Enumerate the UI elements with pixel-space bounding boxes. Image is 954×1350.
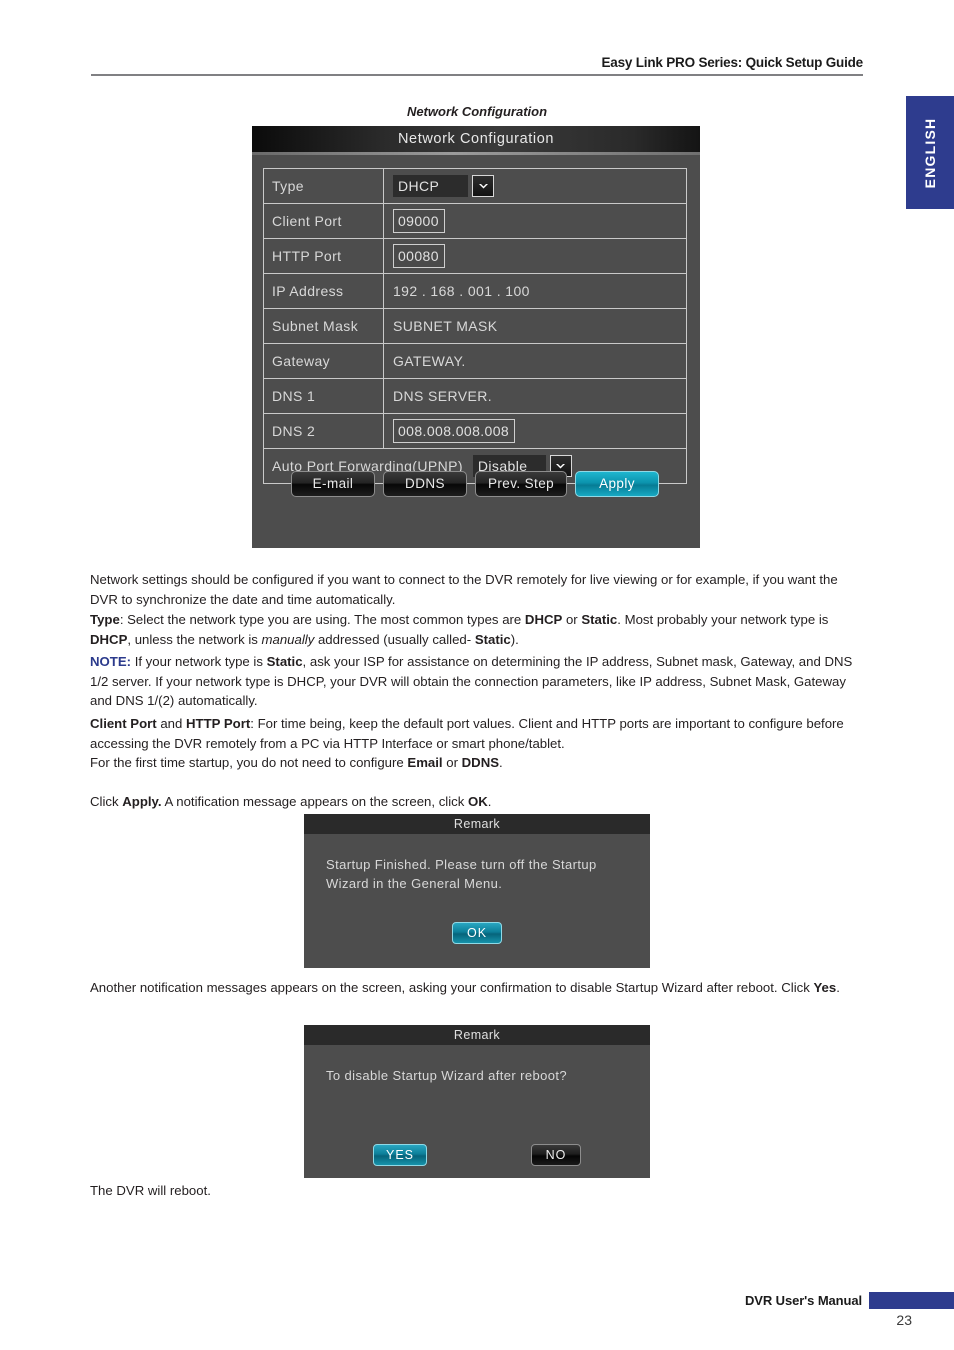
paragraph-text: or (442, 755, 462, 771)
client-port-input[interactable]: 09000 (393, 209, 445, 233)
paragraph-type-description: Type: Select the network type you are us… (90, 610, 865, 649)
row-label-http-port: HTTP Port (264, 239, 384, 273)
no-button[interactable]: NO (531, 1144, 581, 1166)
row-value-dns-1[interactable]: DNS SERVER. (384, 379, 686, 413)
paragraph-text: addressed (usually called- (314, 631, 475, 647)
paragraph-emphasis: Static (581, 612, 618, 627)
language-tab-label: ENGLISH (922, 117, 938, 188)
paragraph-text: For the first time startup, you do not n… (90, 755, 408, 771)
paragraph-text: , unless the network is (127, 631, 262, 647)
paragraph-text: or (562, 612, 582, 627)
paragraph-emphasis: Yes (813, 980, 837, 995)
paragraph-text: and (156, 716, 187, 731)
row-label-dns-2: DNS 2 (264, 414, 384, 448)
type-select-value: DHCP (393, 175, 468, 197)
paragraph-network-settings-intro: Network settings should be configured if… (90, 570, 865, 609)
paragraph-click-yes: Another notification messages appears on… (90, 978, 865, 998)
remark-dialog-footer: YES NO (304, 1144, 650, 1166)
remark-dialog-title: Remark (304, 1025, 650, 1045)
row-value-client-port: 09000 (384, 204, 686, 238)
footer-manual-label: DVR User's Manual (745, 1293, 862, 1308)
row-label-gateway: Gateway (264, 344, 384, 378)
paragraph-text: ). (510, 631, 519, 647)
row-value-type: DHCP (384, 169, 686, 203)
paragraph-ports-description: Client Port and HTTP Port: For time bein… (90, 714, 865, 773)
table-row: Gateway GATEWAY. (264, 344, 686, 379)
row-label-subnet-mask: Subnet Mask (264, 309, 384, 343)
table-row: DNS 1 DNS SERVER. (264, 379, 686, 414)
row-label-type: Type (264, 169, 384, 203)
paragraph-text: The DVR will reboot. (90, 1183, 211, 1198)
page-header: Easy Link PRO Series: Quick Setup Guide (91, 55, 863, 76)
paragraph-emphasis: DDNS (461, 755, 500, 771)
http-port-input[interactable]: 00080 (393, 244, 445, 268)
row-value-ip-address[interactable]: 192 . 168 . 001 . 100 (384, 274, 686, 308)
paragraph-text: . (487, 794, 492, 809)
paragraph-text: : Select the network type you are using.… (119, 612, 525, 627)
table-row: Subnet Mask SUBNET MASK (264, 309, 686, 344)
header-divider (91, 74, 863, 76)
row-value-subnet-mask[interactable]: SUBNET MASK (384, 309, 686, 343)
row-value-gateway[interactable]: GATEWAY. (384, 344, 686, 378)
yes-button[interactable]: YES (372, 1144, 427, 1166)
paragraph-text: Network settings should be configured if… (90, 572, 838, 607)
header-title: Easy Link PRO Series: Quick Setup Guide (601, 55, 863, 70)
paragraph-click-apply: Click Apply. A notification message appe… (90, 792, 865, 812)
paragraph-text: . Most probably your network type is (617, 612, 829, 627)
ddns-button[interactable]: DDNS (382, 471, 467, 497)
paragraph-text: . (836, 980, 840, 995)
figure-caption-network-configuration: Network Configuration (406, 104, 548, 119)
paragraph-emphasis: Apply. (122, 794, 162, 809)
paragraph-text: If your network type is (131, 654, 267, 669)
row-value-dns-2: 008.008.008.008 (384, 414, 686, 448)
paragraph-dvr-reboot: The DVR will reboot. (90, 1181, 865, 1201)
table-row: IP Address 192 . 168 . 001 . 100 (264, 274, 686, 309)
row-value-http-port: 00080 (384, 239, 686, 273)
apply-button[interactable]: Apply (575, 471, 660, 497)
paragraph-emphasis: OK (468, 794, 488, 809)
email-button[interactable]: E-mail (290, 471, 375, 497)
network-panel-titlebar: Network Configuration (252, 126, 700, 155)
table-row: HTTP Port 00080 (264, 239, 686, 274)
ok-button[interactable]: OK (452, 922, 502, 944)
network-panel-button-bar: E-mail DDNS Prev. Step Apply (263, 471, 687, 497)
remark-dialog-message: To disable Startup Wizard after reboot? (326, 1068, 568, 1083)
network-settings-table: Type DHCP Client Port 09000 HTTP Port 00… (263, 168, 687, 484)
remark-dialog-title: Remark (304, 814, 650, 834)
table-row: Type DHCP (264, 169, 686, 204)
paragraph-text: . (499, 755, 503, 771)
prev-step-button[interactable]: Prev. Step (474, 471, 568, 497)
paragraph-emphasis: HTTP Port (186, 716, 251, 731)
chevron-down-icon (472, 175, 494, 197)
table-row: Client Port 09000 (264, 204, 686, 239)
type-select[interactable]: DHCP (393, 175, 494, 197)
row-label-ip-address: IP Address (264, 274, 384, 308)
paragraph-emphasis: DHCP (90, 631, 128, 647)
table-row: DNS 2 008.008.008.008 (264, 414, 686, 449)
note-label: NOTE: (90, 654, 132, 669)
row-label-client-port: Client Port (264, 204, 384, 238)
paragraph-emphasis: Static (266, 654, 303, 669)
row-label-dns-1: DNS 1 (264, 379, 384, 413)
paragraph-emphasis: Email (407, 755, 443, 771)
paragraph-emphasis: DHCP (524, 612, 563, 627)
page-number: 23 (896, 1312, 912, 1328)
footer-accent-bar (869, 1292, 954, 1309)
paragraph-emphasis: Client Port (90, 716, 157, 731)
remark-dialog-message: Startup Finished. Please turn off the St… (326, 857, 597, 891)
paragraph-emphasis: Static (474, 631, 511, 647)
paragraph-text: Click (90, 794, 123, 809)
paragraph-text: A notification message appears on the sc… (161, 794, 468, 809)
remark-dialog-disable-wizard: Remark To disable Startup Wizard after r… (304, 1025, 650, 1178)
paragraph-text: Another notification messages appears on… (90, 980, 814, 995)
remark-dialog-startup-finished: Remark Startup Finished. Please turn off… (304, 814, 650, 968)
network-configuration-panel: Network Configuration Type DHCP Client P… (252, 126, 700, 548)
paragraph-emphasis: Type (90, 612, 120, 627)
dns-2-input[interactable]: 008.008.008.008 (393, 419, 516, 443)
paragraph-note: NOTE: If your network type is Static, as… (90, 652, 865, 711)
paragraph-italic: manually (261, 631, 315, 647)
remark-dialog-footer: OK (304, 922, 650, 944)
